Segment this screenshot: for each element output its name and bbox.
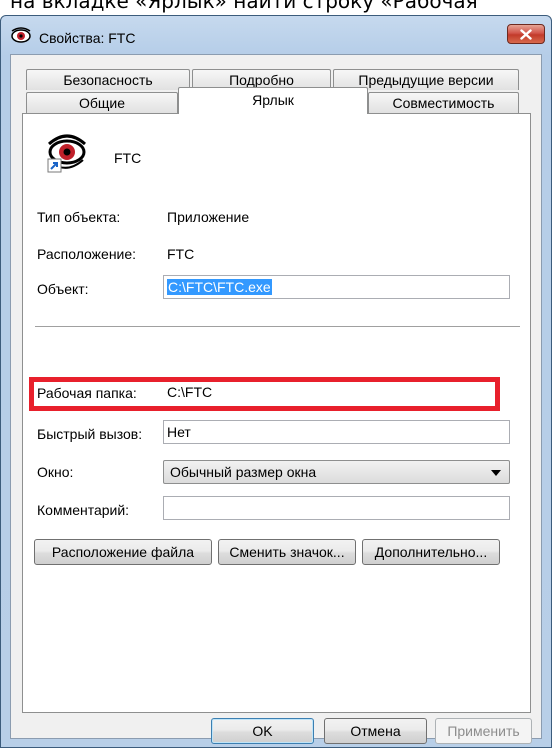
object-type-label: Тип объекта: (37, 209, 121, 225)
separator (35, 326, 520, 328)
advanced-button[interactable]: Дополнительно... (362, 539, 500, 565)
change-icon-button[interactable]: Сменить значок... (218, 539, 356, 565)
ok-button[interactable]: OK (211, 718, 314, 744)
window-title: Свойства: FTC (39, 30, 136, 46)
apply-button[interactable]: Применить (435, 718, 532, 744)
window-size-value: Обычный размер окна (170, 464, 317, 480)
tab-security[interactable]: Безопасность (26, 69, 190, 90)
highlight-frame (29, 377, 500, 411)
object-value: C:\FTC\FTC.exe (167, 279, 272, 295)
object-type-value: Приложение (167, 209, 250, 225)
tab-compatibility[interactable]: Совместимость (368, 92, 519, 113)
file-location-button[interactable]: Расположение файла (34, 539, 212, 565)
shortcut-panel: FTC Тип объекта: Приложение Расположение… (22, 113, 531, 713)
window-label: Окно: (37, 464, 74, 480)
dialog-client: Безопасность Подробно Предыдущие версии … (10, 54, 542, 744)
hotkey-label: Быстрый вызов: (37, 426, 143, 442)
close-icon (520, 28, 532, 40)
shortcut-app-icon (47, 134, 86, 173)
tab-shortcut[interactable]: Ярлык (178, 87, 368, 114)
close-button[interactable] (507, 24, 545, 44)
location-label: Расположение: (37, 246, 137, 262)
comment-label: Комментарий: (37, 502, 130, 518)
properties-window: Свойства: FTC Безопасность Подробно Пред… (0, 15, 552, 748)
hotkey-field[interactable]: Нет (163, 420, 510, 444)
app-icon (11, 27, 31, 43)
caption-text: на вкладке «Ярлык» найти строку «Рабочая (10, 0, 478, 13)
cancel-button[interactable]: Отмена (324, 718, 427, 744)
title-bar: Свойства: FTC (1, 16, 551, 54)
location-value: FTC (167, 246, 195, 262)
object-label: Объект: (37, 281, 89, 297)
object-field[interactable]: C:\FTC\FTC.exe (163, 275, 510, 299)
comment-field[interactable] (163, 496, 510, 520)
window-size-select[interactable]: Обычный размер окна (163, 460, 510, 484)
shortcut-name: FTC (114, 150, 142, 166)
tab-general[interactable]: Общие (26, 92, 178, 113)
chevron-down-icon (491, 470, 501, 476)
